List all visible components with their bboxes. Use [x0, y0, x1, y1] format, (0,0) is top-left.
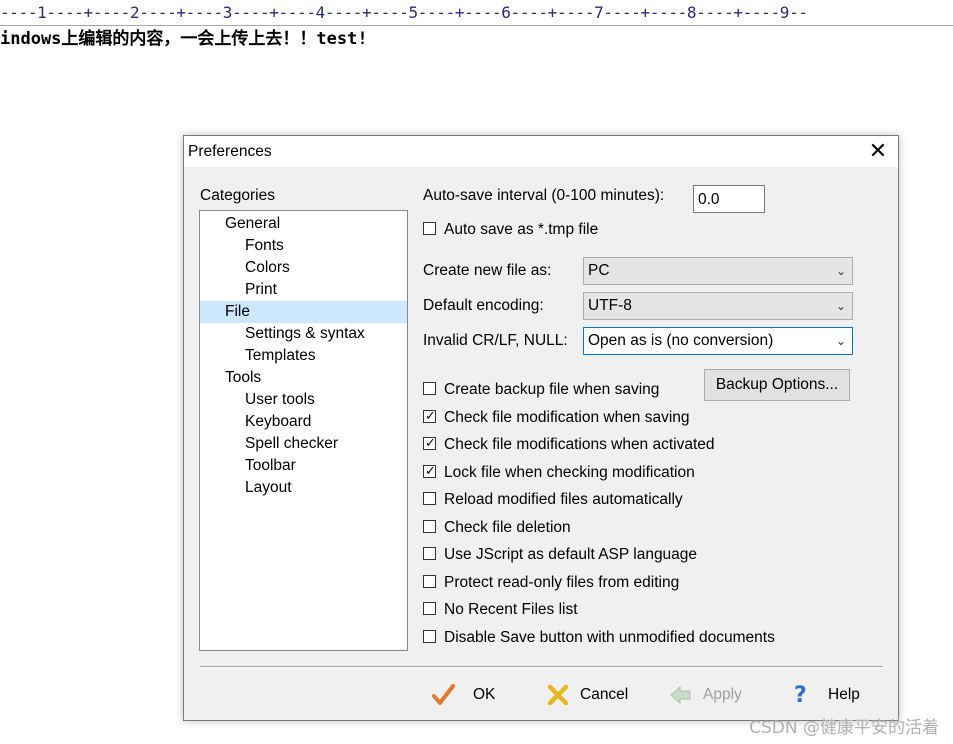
autosave-interval-label: Auto-save interval (0-100 minutes): — [423, 187, 665, 204]
tree-item-file-label: File — [225, 303, 250, 320]
checkbox-label: Use JScript as default ASP language — [444, 546, 698, 563]
checkbox-label: Lock file when checking modification — [444, 464, 695, 481]
invalid-crlf-label: Invalid CR/LF, NULL: — [423, 332, 568, 349]
checkmark-icon: ✓ — [425, 463, 436, 478]
checkbox-label: Check file modifications when activated — [444, 436, 715, 453]
tree-item-spell-checker[interactable]: Spell checker — [245, 433, 338, 455]
tree-item-templates[interactable]: Templates — [245, 345, 316, 367]
tree-item-layout[interactable]: Layout — [245, 477, 292, 499]
help-question-icon: ? — [794, 683, 807, 708]
close-button[interactable]: ✕ — [858, 136, 898, 167]
checkbox-box[interactable] — [423, 575, 436, 588]
tree-item-settings-syntax[interactable]: Settings & syntax — [245, 323, 365, 345]
cancel-label: Cancel — [580, 686, 629, 703]
apply-arrow-icon — [670, 685, 691, 705]
checkbox-label: Disable Save button with unmodified docu… — [444, 629, 775, 646]
checkbox-box[interactable]: ✓ — [423, 435, 436, 450]
tree-item-print[interactable]: Print — [245, 279, 277, 301]
tree-item-fonts[interactable]: Fonts — [245, 235, 284, 257]
create-new-file-label: Create new file as: — [423, 262, 552, 279]
checkbox-label: No Recent Files list — [444, 601, 578, 618]
checkbox-box[interactable] — [423, 222, 436, 235]
help-button[interactable]: ? Help — [791, 680, 881, 710]
apply-button[interactable]: Apply — [668, 680, 758, 710]
checkmark-icon: ✓ — [425, 408, 436, 423]
editor-text-line[interactable]: indows上编辑的内容，一会上传上去！！test! — [0, 27, 368, 51]
select-value: UTF-8 — [588, 297, 632, 314]
help-label: Help — [828, 686, 860, 703]
ok-check-icon — [432, 684, 455, 705]
chevron-down-icon: ⌄ — [835, 299, 846, 313]
checkbox-box[interactable]: ✓ — [423, 408, 436, 423]
ok-button[interactable]: OK — [431, 680, 511, 710]
checkmark-icon: ✓ — [425, 435, 436, 450]
preferences-dialog: Preferences ✕ Categories General Fonts C… — [183, 135, 899, 721]
checkbox-label: Check file modification when saving — [444, 409, 690, 426]
invalid-crlf-select[interactable]: Open as is (no conversion) ⌄ — [583, 327, 853, 355]
tree-item-colors[interactable]: Colors — [245, 257, 290, 279]
checkbox-box[interactable] — [423, 520, 436, 533]
autosave-interval-input[interactable]: 0.0 — [693, 185, 765, 213]
chevron-down-icon: ⌄ — [835, 264, 846, 278]
dialog-titlebar[interactable]: Preferences ✕ — [184, 136, 898, 167]
watermark-text: CSDN @健康平安的活着 — [749, 718, 939, 738]
backup-options-button[interactable]: Backup Options... — [704, 369, 850, 401]
cancel-x-icon — [547, 684, 569, 706]
checkbox-box[interactable] — [423, 602, 436, 615]
default-encoding-select[interactable]: UTF-8 ⌄ — [583, 292, 853, 320]
dialog-title: Preferences — [188, 143, 272, 160]
svg-text:?: ? — [794, 683, 807, 708]
checkbox-label: Auto save as *.tmp file — [444, 221, 599, 238]
create-new-file-select[interactable]: PC ⌄ — [583, 257, 853, 285]
checkbox-box[interactable] — [423, 382, 436, 395]
categories-tree[interactable]: General Fonts Colors Print File Settings… — [199, 210, 408, 651]
checkbox-label: Create backup file when saving — [444, 381, 660, 398]
checkbox-label: Protect read-only files from editing — [444, 574, 680, 591]
tree-item-file[interactable]: File — [200, 301, 407, 323]
close-icon: ✕ — [868, 138, 888, 163]
editor-ruler: ----1----+----2----+----3----+----4----+… — [0, 0, 953, 26]
select-value: Open as is (no conversion) — [588, 332, 774, 349]
tree-item-general[interactable]: General — [225, 213, 280, 235]
tree-item-tools[interactable]: Tools — [225, 367, 261, 389]
footer-separator — [200, 666, 883, 668]
tree-item-keyboard[interactable]: Keyboard — [245, 411, 311, 433]
checkbox-box[interactable] — [423, 492, 436, 505]
apply-label: Apply — [703, 686, 742, 703]
tree-item-user-tools[interactable]: User tools — [245, 389, 315, 411]
checkbox-label: Reload modified files automatically — [444, 491, 683, 508]
select-value: PC — [588, 262, 610, 279]
checkbox-label: Check file deletion — [444, 519, 571, 536]
categories-label: Categories — [200, 187, 275, 204]
checkbox-box[interactable]: ✓ — [423, 463, 436, 478]
chevron-down-icon: ⌄ — [835, 334, 846, 348]
checkbox-box[interactable] — [423, 630, 436, 643]
cancel-button[interactable]: Cancel — [545, 680, 645, 710]
checkbox-box[interactable] — [423, 547, 436, 560]
ok-label: OK — [473, 686, 496, 703]
default-encoding-label: Default encoding: — [423, 297, 544, 314]
tree-item-toolbar[interactable]: Toolbar — [245, 455, 296, 477]
